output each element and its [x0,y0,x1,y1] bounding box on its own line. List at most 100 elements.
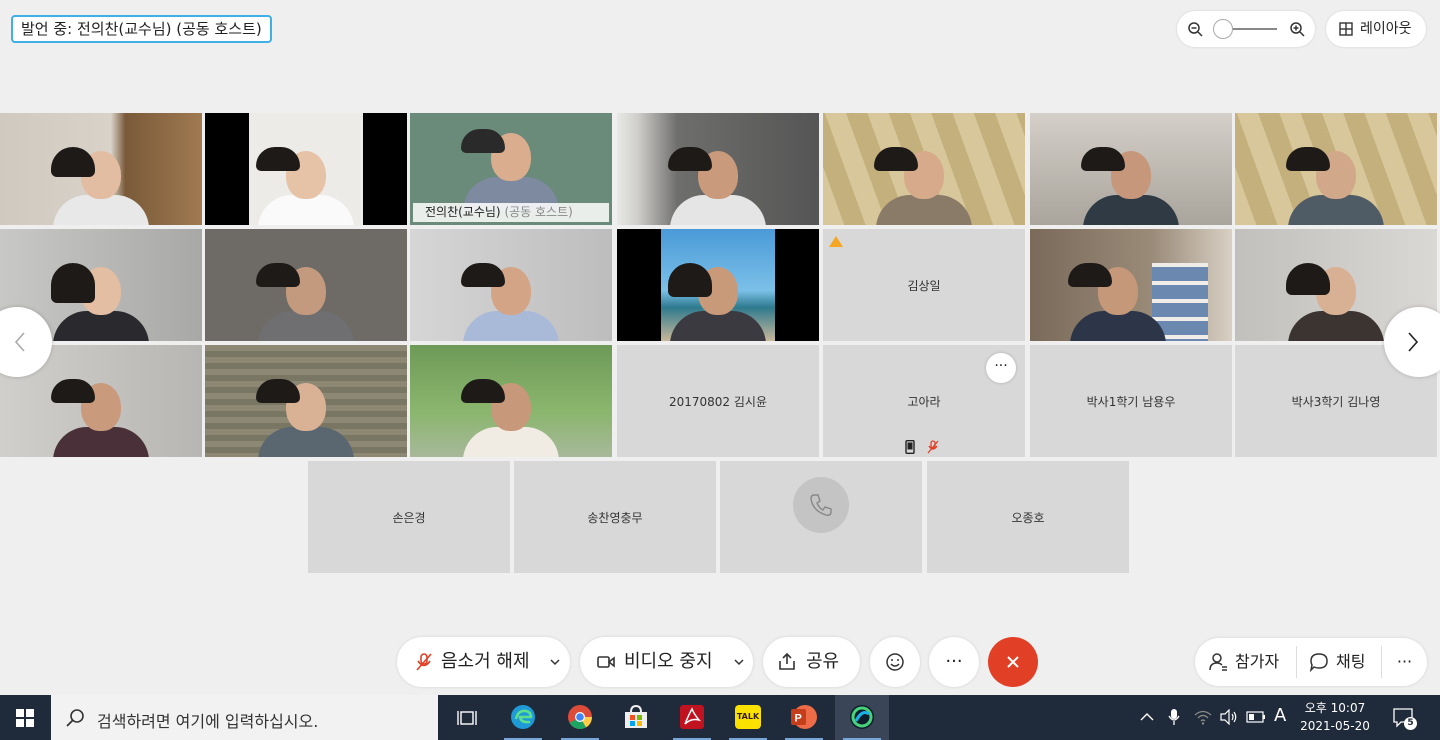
video-camera-icon [597,656,615,668]
taskbar-app-powerpoint[interactable]: P [777,695,831,740]
chevron-down-icon[interactable] [549,656,561,668]
video-tile-active-speaker[interactable]: 전의찬(교수님) (공동 호스트) [410,113,612,225]
task-view-button[interactable] [440,695,494,740]
participant-name: 박사1학기 남용우 [1086,394,1176,409]
notification-center-button[interactable]: 5 [1392,707,1417,730]
participant-tile-song-chanyoung[interactable]: 송찬영충무 [514,461,716,573]
video-tile-2[interactable] [205,113,407,225]
kakaotalk-icon: TALK [735,705,761,729]
start-button[interactable] [0,695,50,740]
phone-icon [810,494,832,516]
edge-icon [511,705,535,729]
stop-video-label: 비디오 중지 [624,651,713,672]
participants-button[interactable]: 참가자 [1195,638,1295,686]
chat-button[interactable]: 채팅 [1297,638,1381,686]
layout-button[interactable]: 레이아웃 [1326,11,1426,47]
clock-date: 2021-05-20 [1300,719,1370,733]
share-label: 공유 [806,651,840,672]
microphone-muted-icon [927,440,939,454]
video-tile-10[interactable] [410,229,612,341]
chevron-right-icon [1408,332,1419,352]
store-icon [625,705,647,728]
close-icon [1007,656,1019,668]
zoom-control[interactable] [1177,11,1315,47]
unmute-label: 음소거 해제 [441,651,530,672]
participants-label: 참가자 [1235,652,1280,671]
grid-layout-icon [1339,22,1353,36]
video-tile-17[interactable] [410,345,612,457]
video-tile-11[interactable] [617,229,819,341]
zoom-out-icon[interactable] [1187,21,1203,37]
chat-label: 채팅 [1336,652,1366,671]
microphone-icon[interactable] [1168,708,1180,726]
participant-name: 손은경 [392,510,426,525]
mobile-device-icon [905,440,915,454]
panel-buttons-group: 참가자 채팅 ··· [1195,638,1427,686]
video-tile-1[interactable] [0,113,202,225]
chat-bubble-icon [1309,653,1328,672]
participant-name: 송찬영충무 [587,510,643,525]
windows-logo-icon [16,709,34,727]
taskbar-app-kakaotalk[interactable]: TALK [721,695,775,740]
battery-icon[interactable] [1246,711,1266,723]
taskbar-app-store[interactable] [609,695,663,740]
chevron-up-icon[interactable] [1140,712,1154,722]
participant-name: 김상일 [907,278,941,293]
chrome-icon [568,705,592,730]
emoji-icon [886,653,904,671]
volume-icon[interactable] [1220,709,1238,725]
video-tile-16[interactable] [205,345,407,457]
notification-badge: 5 [1404,717,1417,730]
stop-video-button[interactable]: 비디오 중지 [580,637,753,687]
participant-icon [1209,653,1227,671]
taskbar-app-webex[interactable] [835,695,889,740]
video-tile-13[interactable] [1030,229,1232,341]
webex-icon [850,705,874,729]
search-placeholder: 검색하려면 여기에 입력하십시오. [97,712,319,731]
end-call-button[interactable] [988,637,1038,687]
more-options-button[interactable]: ··· [929,637,979,687]
active-speaker-name: 전의찬(교수님) [425,205,501,219]
participant-tile-kim-sangil[interactable]: 김상일 [823,229,1025,341]
layout-button-label: 레이아웃 [1360,21,1412,37]
participant-tile-phone[interactable] [720,461,922,573]
share-icon [779,652,795,670]
windows-taskbar: 검색하려면 여기에 입력하십시오. TALK P A 오후 10:07 2021… [0,695,1440,740]
participant-tile-kim-siyun[interactable]: 20170802 김시윤 [617,345,819,457]
participant-tile-go-ara[interactable]: 고아라 ··· [823,345,1025,457]
tile-more-options-button[interactable]: ··· [986,353,1016,383]
wifi-icon[interactable] [1194,709,1212,725]
phone-avatar [793,477,849,533]
participant-tile-son-eungyeong[interactable]: 손은경 [308,461,510,573]
zoom-slider-thumb[interactable] [1212,19,1233,39]
active-speaker-role: (공동 호스트) [504,205,573,219]
active-speaker-label: 전의찬(교수님) (공동 호스트) [413,203,609,222]
video-tile-6[interactable] [1030,113,1232,225]
task-view-icon [457,711,477,725]
microphone-muted-icon [416,653,432,671]
taskbar-app-acrobat[interactable] [665,695,719,740]
clock[interactable]: 오후 10:07 2021-05-20 [1298,699,1372,735]
participant-tile-oh-jongho[interactable]: 오종호 [927,461,1129,573]
ime-indicator[interactable]: A [1274,705,1286,726]
chevron-down-icon[interactable] [733,656,745,668]
panel-more-button[interactable]: ··· [1382,638,1427,686]
chevron-left-icon [14,332,25,352]
zoom-in-icon[interactable] [1289,21,1305,37]
video-tile-7[interactable] [1235,113,1437,225]
taskbar-app-chrome[interactable] [553,695,607,740]
share-button[interactable]: 공유 [763,637,860,687]
powerpoint-icon: P [791,705,817,729]
video-tile-9[interactable] [205,229,407,341]
reactions-button[interactable] [870,637,920,687]
taskbar-search[interactable]: 검색하려면 여기에 입력하십시오. [51,695,438,740]
clock-time: 오후 10:07 [1304,701,1366,715]
unmute-button[interactable]: 음소거 해제 [397,637,570,687]
participant-tile-nam-yongwoo[interactable]: 박사1학기 남용우 [1030,345,1232,457]
video-tile-4[interactable] [617,113,819,225]
video-tile-5[interactable] [823,113,1025,225]
speaking-indicator: 발언 중: 전의찬(교수님) (공동 호스트) [11,15,272,43]
search-icon [66,709,84,727]
participant-name: 오종호 [1011,510,1045,525]
taskbar-app-edge[interactable] [496,695,550,740]
